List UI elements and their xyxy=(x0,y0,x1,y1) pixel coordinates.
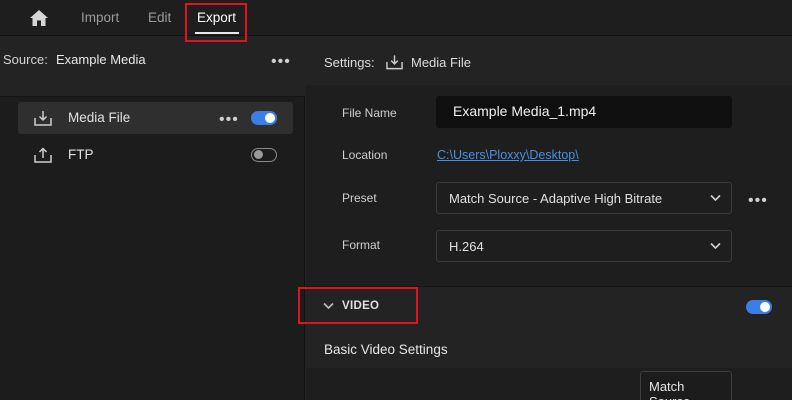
chevron-down-icon xyxy=(710,194,721,202)
source-header: Source: Example Media ••• xyxy=(0,37,305,97)
destination-panel: Source: Example Media ••• Media File •••… xyxy=(0,37,305,400)
active-tab-indicator xyxy=(195,32,239,34)
toggle-knob xyxy=(265,113,275,123)
export-settings-form: File Name Example Media_1.mp4 Location C… xyxy=(306,85,792,286)
video-toggle[interactable] xyxy=(746,300,772,314)
tab-export[interactable]: Export xyxy=(197,10,236,25)
match-source-button[interactable]: Match Source xyxy=(640,371,732,400)
settings-destination: Media File xyxy=(411,55,471,70)
chevron-down-icon xyxy=(710,242,721,250)
source-name: Example Media xyxy=(56,52,146,67)
media-file-toggle[interactable] xyxy=(251,111,277,125)
destination-label: FTP xyxy=(68,147,94,162)
preset-label: Preset xyxy=(342,191,377,205)
video-section-header: VIDEO xyxy=(306,286,792,326)
upload-icon xyxy=(34,147,52,163)
location-link[interactable]: C:\Users\Ploxxy\Desktop\ xyxy=(437,148,579,162)
ftp-toggle[interactable] xyxy=(251,148,277,162)
more-options-icon[interactable]: ••• xyxy=(271,54,291,70)
toggle-knob xyxy=(254,150,263,159)
format-dropdown[interactable]: H.264 xyxy=(436,230,732,262)
destination-ftp[interactable]: FTP xyxy=(18,139,293,171)
preset-value: Match Source - Adaptive High Bitrate xyxy=(449,191,663,206)
format-value: H.264 xyxy=(449,239,484,254)
destination-media-file[interactable]: Media File ••• xyxy=(18,102,293,134)
tab-edit[interactable]: Edit xyxy=(148,10,171,25)
video-section-label[interactable]: VIDEO xyxy=(342,300,379,312)
home-icon[interactable] xyxy=(29,9,49,27)
basic-video-settings-panel: Match Source xyxy=(306,368,792,400)
toggle-knob xyxy=(760,302,770,312)
location-label: Location xyxy=(342,148,388,162)
preset-dropdown[interactable]: Match Source - Adaptive High Bitrate xyxy=(436,182,732,214)
source-label: Source: xyxy=(3,52,48,67)
settings-panel: Settings: Media File File Name Example M… xyxy=(306,37,792,400)
tab-import[interactable]: Import xyxy=(81,10,119,25)
file-name-label: File Name xyxy=(342,106,397,120)
top-nav-bar: Import Edit Export xyxy=(0,0,792,36)
chevron-down-icon[interactable] xyxy=(323,302,334,310)
preset-more-options-icon[interactable]: ••• xyxy=(748,193,768,209)
settings-heading: Settings: xyxy=(324,55,375,70)
basic-video-settings-title: Basic Video Settings xyxy=(324,342,448,357)
more-options-icon[interactable]: ••• xyxy=(219,112,239,128)
file-name-field[interactable]: Example Media_1.mp4 xyxy=(436,96,732,128)
download-icon xyxy=(34,111,52,126)
format-label: Format xyxy=(342,238,381,252)
download-icon xyxy=(386,55,403,70)
destination-label: Media File xyxy=(68,110,131,125)
